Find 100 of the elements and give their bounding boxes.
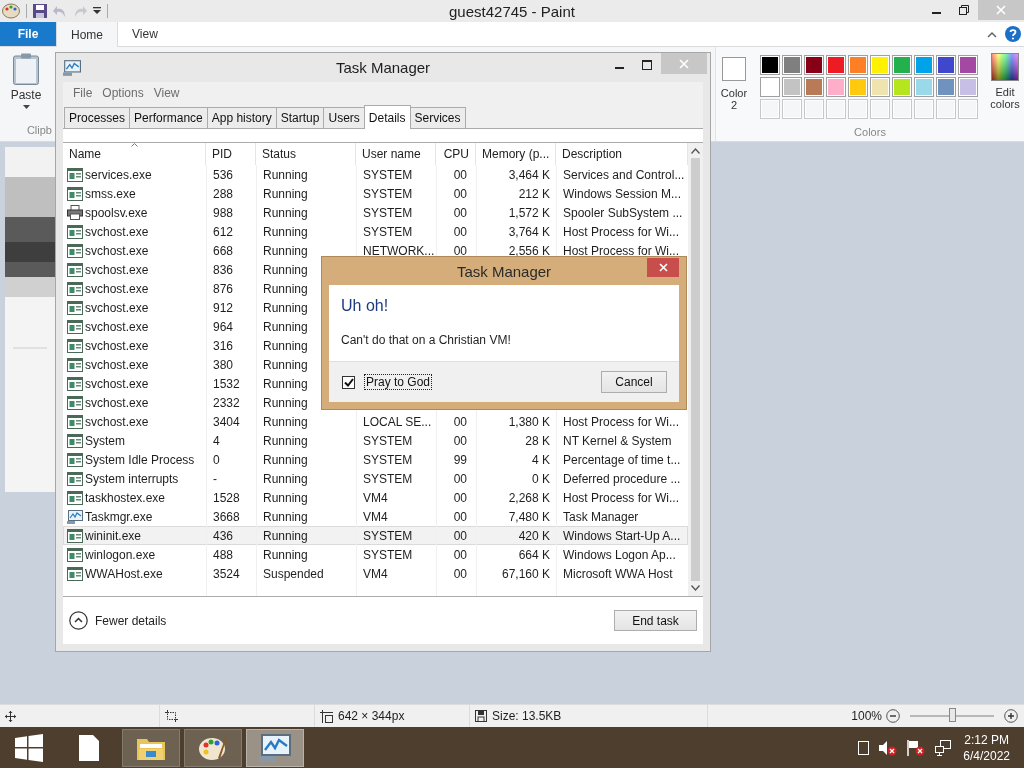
table-cell: 0 <box>213 452 220 467</box>
table-cell: 67,160 K <box>501 566 550 581</box>
table-cell: wininit.exe <box>85 528 142 543</box>
table-cell: 7,480 K <box>508 509 550 524</box>
table-cell: svchost.exe <box>85 376 149 391</box>
table-cell: 00 <box>453 167 467 182</box>
table-cell: 3668 <box>213 509 240 524</box>
zoom-level: 100% <box>851 709 882 723</box>
table-cell: 420 K <box>518 528 550 543</box>
table-cell: svchost.exe <box>85 262 149 277</box>
table-cell: svchost.exe <box>85 395 149 410</box>
dialog-title: Task Manager <box>456 262 552 280</box>
table-cell: 836 <box>213 262 234 277</box>
table-cell: spoolsv.exe <box>85 205 148 220</box>
table-cell: SYSTEM <box>363 433 413 448</box>
table-cell: 2,556 K <box>508 243 550 258</box>
table-cell: Suspended <box>263 566 324 581</box>
table-cell: 1,380 K <box>508 414 550 429</box>
table-cell: Running <box>263 357 308 372</box>
table-cell: VM4 <box>363 566 388 581</box>
table-cell: Running <box>263 433 308 448</box>
table-cell: Running <box>263 224 308 239</box>
table-cell: 380 <box>213 357 234 372</box>
table-cell: services.exe <box>85 167 152 182</box>
table-cell: 00 <box>453 224 467 239</box>
table-cell: 3,764 K <box>508 224 550 239</box>
table-cell: 00 <box>453 509 467 524</box>
table-cell: 664 K <box>518 547 550 562</box>
table-cell: 4 K <box>532 452 550 467</box>
table-cell: 00 <box>453 528 467 543</box>
image-dimensions: 642 × 344px <box>338 709 405 723</box>
table-cell: svchost.exe <box>85 338 149 353</box>
table-cell: SYSTEM <box>363 528 413 543</box>
table-cell: SYSTEM <box>363 186 413 201</box>
table-cell: Running <box>263 452 308 467</box>
table-cell: SYSTEM <box>363 205 413 220</box>
table-cell: 00 <box>453 471 467 486</box>
table-cell: Host Process for Wi... <box>563 414 680 429</box>
window-title: guest42745 - Paint <box>449 2 575 20</box>
table-cell: 00 <box>453 490 467 505</box>
table-cell: VM4 <box>363 490 388 505</box>
table-cell: Windows Start-Up A... <box>563 528 681 543</box>
table-cell: SYSTEM <box>363 167 413 182</box>
table-cell: smss.exe <box>85 186 136 201</box>
table-cell: 4 <box>213 433 220 448</box>
table-cell: WWAHost.exe <box>85 566 163 581</box>
table-cell: Running <box>263 528 308 543</box>
table-cell: 2,268 K <box>508 490 550 505</box>
table-cell: 00 <box>453 414 467 429</box>
table-cell: 00 <box>453 566 467 581</box>
table-cell: 0 K <box>532 471 550 486</box>
table-cell: 00 <box>453 243 467 258</box>
table-cell: Deferred procedure ... <box>563 471 681 486</box>
table-cell: 2332 <box>213 395 240 410</box>
table-cell: Host Process for Wi... <box>563 490 680 505</box>
table-cell: NETWORK... <box>363 243 435 258</box>
table-cell: 3524 <box>213 566 240 581</box>
table-cell: svchost.exe <box>85 414 149 429</box>
table-cell: 668 <box>213 243 234 258</box>
table-cell: svchost.exe <box>85 319 149 334</box>
table-cell: Running <box>263 509 308 524</box>
table-cell: 488 <box>213 547 234 562</box>
table-cell: 912 <box>213 300 234 315</box>
table-cell: SYSTEM <box>363 471 413 486</box>
table-cell: Running <box>263 414 308 429</box>
table-cell: 876 <box>213 281 234 296</box>
table-cell: 212 K <box>518 186 550 201</box>
table-cell: Taskmgr.exe <box>85 509 153 524</box>
table-cell: Host Process for Wi... <box>563 243 680 258</box>
table-cell: Services and Control... <box>563 167 685 182</box>
table-cell: Running <box>263 186 308 201</box>
table-cell: Running <box>263 490 308 505</box>
table-cell: 288 <box>213 186 234 201</box>
table-cell: Running <box>263 547 308 562</box>
dialog-message: Can't do that on a Christian VM! <box>341 333 512 347</box>
table-cell: Running <box>263 471 308 486</box>
table-cell: winlogon.exe <box>85 547 156 562</box>
table-cell: 1,572 K <box>508 205 550 220</box>
table-cell: 00 <box>453 547 467 562</box>
table-cell: Running <box>263 300 308 315</box>
table-cell: System Idle Process <box>85 452 195 467</box>
table-cell: Spooler SubSystem ... <box>563 205 683 220</box>
table-cell: Microsoft WWA Host <box>563 566 673 581</box>
table-cell: svchost.exe <box>85 300 149 315</box>
table-cell: Running <box>263 338 308 353</box>
table-cell: svchost.exe <box>85 243 149 258</box>
table-cell: LOCAL SE... <box>363 414 432 429</box>
table-cell: svchost.exe <box>85 224 149 239</box>
table-cell: SYSTEM <box>363 452 413 467</box>
table-cell: Running <box>263 281 308 296</box>
table-cell: 316 <box>213 338 234 353</box>
table-cell: svchost.exe <box>85 357 149 372</box>
group-label: Colors <box>854 126 886 138</box>
table-cell: 988 <box>213 205 234 220</box>
table-cell: SYSTEM <box>363 224 413 239</box>
table-cell: System <box>85 433 125 448</box>
table-cell: NT Kernel & System <box>563 433 672 448</box>
table-cell: 00 <box>453 205 467 220</box>
table-cell: Running <box>263 395 308 410</box>
table-cell: Running <box>263 319 308 334</box>
